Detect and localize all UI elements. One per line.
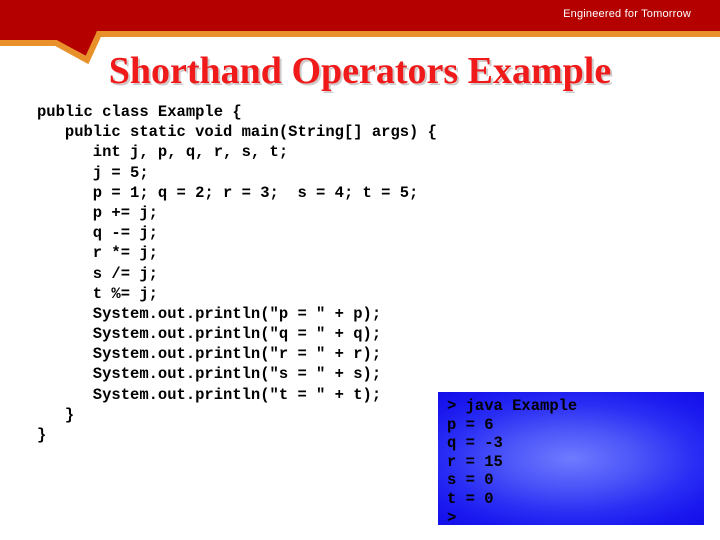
console-line: p = 6 — [447, 415, 494, 434]
code-line: int j, p, q, r, s, t; — [37, 143, 289, 162]
console-output-window: > java Example p = 6q = -3 r = 15 s = 0t = … — [438, 392, 704, 525]
code-line: p = 1; q = 2; r = 3; s = 4; t = 5; — [37, 183, 419, 202]
code-line: System.out.println("p = " + p); — [37, 304, 382, 323]
code-line: r *= j; — [37, 244, 158, 263]
console-line: s = 0 — [447, 471, 494, 490]
console-line: > — [447, 508, 457, 525]
code-line: j = 5; — [37, 163, 149, 182]
code-line: System.out.println("q = " + q); — [37, 325, 382, 344]
code-line: System.out.println("r = " + r); — [37, 345, 382, 364]
code-line: q -= j; — [37, 224, 158, 243]
console-line: > java Example — [447, 397, 578, 415]
console-line: t = 0 — [447, 489, 494, 508]
code-line: p += j; — [37, 203, 158, 222]
code-line: t %= j; — [37, 284, 158, 303]
code-line: public class Example { — [37, 103, 242, 121]
code-line: System.out.println("s = " + s); — [37, 365, 382, 384]
page-title: Shorthand Operators Example — [108, 50, 612, 92]
console-line: q = -3 — [447, 434, 503, 453]
code-line: public static void main(String[] args) { — [37, 123, 437, 142]
console-output-text: > java Example p = 6q = -3 r = 15 s = 0t = … — [447, 397, 704, 525]
code-line: s /= j; — [37, 264, 158, 283]
header-tagline: Engineered for Tomorrow — [563, 8, 691, 20]
console-line: r = 15 — [447, 452, 503, 471]
